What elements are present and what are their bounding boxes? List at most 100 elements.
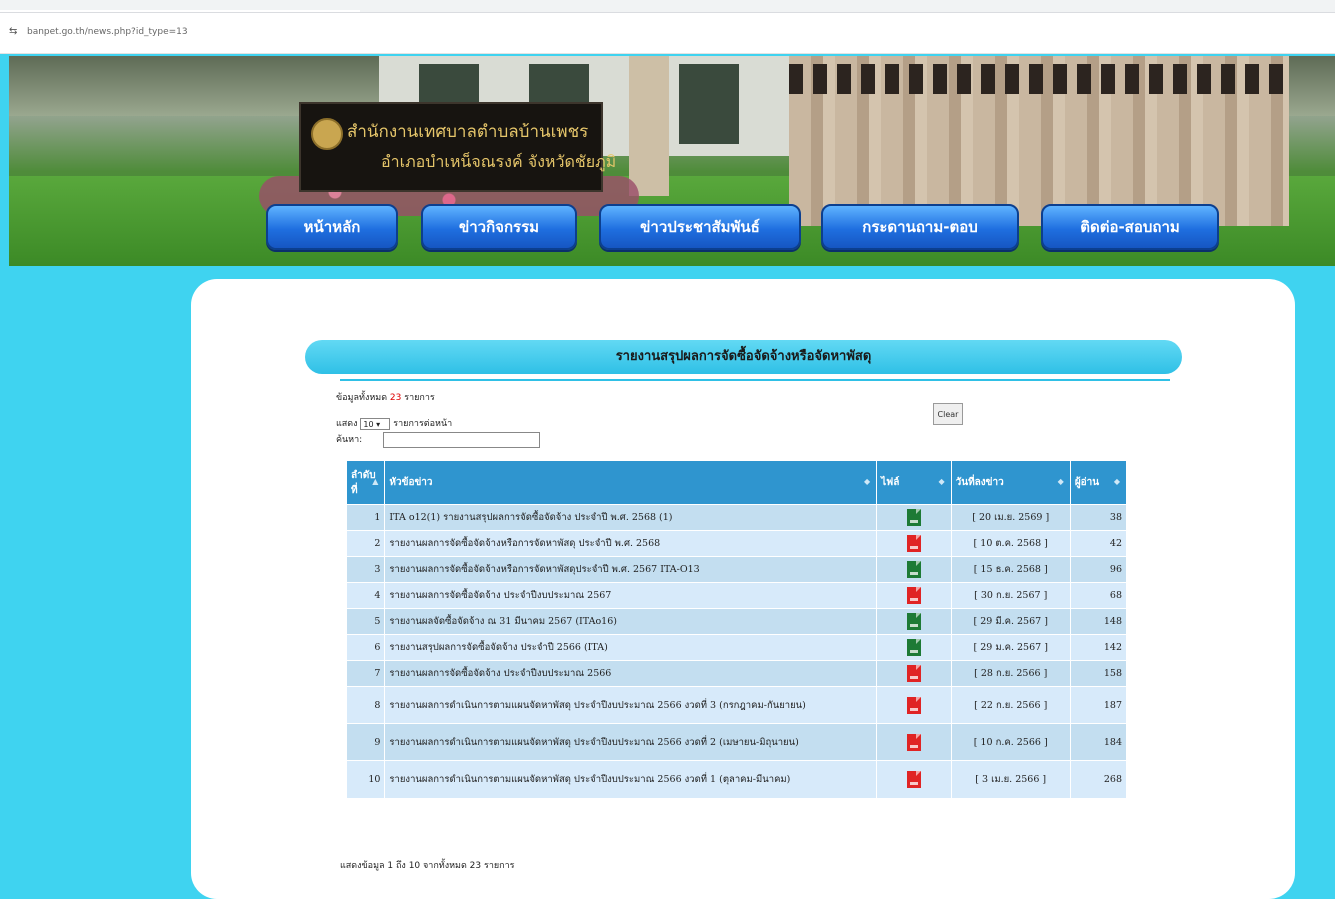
section-title-bar: รายงานสรุปผลการจัดซื้อจัดจ้างหรือจัดหาพั…: [305, 340, 1182, 374]
total-records: ข้อมูลทั้งหมด 23 รายการ: [336, 393, 435, 403]
row-file[interactable]: [876, 556, 952, 583]
row-views: 148: [1070, 608, 1128, 635]
row-file[interactable]: [876, 760, 952, 798]
url-text[interactable]: banpet.go.th/news.php?id_type=13: [27, 27, 188, 37]
header-banner: สำนักงานเทศบาลตำบลบ้านเพชร อำเภอบำเหน็จณ…: [9, 56, 1335, 266]
row-title-link[interactable]: รายงานผลจัดซื้อจัดจ้าง ณ 31 มีนาคม 2567 …: [384, 608, 878, 635]
row-title-link[interactable]: รายงานผลการดำเนินการตามแผนจัดหาพัสดุ ประ…: [384, 723, 878, 761]
sort-icon: ◆: [938, 476, 945, 486]
search-input[interactable]: [383, 432, 540, 448]
row-title-link[interactable]: รายงานผลการดำเนินการตามแผนจัดหาพัสดุ ประ…: [384, 686, 878, 724]
sort-icon: ◆: [1113, 476, 1120, 486]
table-row: 5 รายงานผลจัดซื้อจัดจ้าง ณ 31 มีนาคม 2567…: [347, 608, 1128, 635]
row-file[interactable]: [876, 608, 952, 635]
staff-group-photo: [789, 56, 1289, 226]
pdf-file-icon[interactable]: [906, 696, 921, 714]
table-row: 9 รายงานผลการดำเนินการตามแผนจัดหาพัสดุ ปร…: [347, 723, 1128, 761]
table-row: 10 รายงานผลการดำเนินการตามแผนจัดหาพัสดุ ป…: [347, 760, 1128, 798]
col-header-file[interactable]: ไฟล์ ◆: [876, 461, 952, 505]
row-date: [ 10 ก.ค. 2566 ]: [951, 723, 1071, 761]
row-title-link[interactable]: รายงานผลการจัดซื้อจัดจ้าง ประจำปีงบประมา…: [384, 660, 878, 687]
table-row: 2 รายงานผลการจัดซื้อจัดจ้างหรือการจัดหาพั…: [347, 530, 1128, 557]
address-bar[interactable]: [0, 13, 1335, 54]
pdf-file-icon[interactable]: [906, 665, 921, 682]
row-number: 7: [347, 660, 386, 687]
row-views: 187: [1070, 686, 1128, 724]
row-number: 5: [347, 608, 386, 635]
sort-icon: ◆: [1057, 476, 1064, 486]
pdf-file-icon[interactable]: [906, 733, 921, 751]
site-info-icon[interactable]: ⇆: [9, 26, 17, 37]
row-title-link[interactable]: รายงานผลการจัดซื้อจัดจ้างหรือการจัดหาพัส…: [384, 556, 878, 583]
page-size-control: แสดง 10 ▾ รายการต่อหน้า: [336, 417, 453, 430]
row-views: 96: [1070, 556, 1128, 583]
row-number: 8: [347, 686, 386, 724]
row-title-link[interactable]: รายงานผลการดำเนินการตามแผนจัดหาพัสดุ ประ…: [384, 760, 878, 798]
clear-button[interactable]: Clear: [933, 403, 963, 425]
row-views: 158: [1070, 660, 1128, 687]
sign-line-1: สำนักงานเทศบาลตำบลบ้านเพชร: [347, 122, 589, 142]
row-file[interactable]: [876, 723, 952, 761]
table-row: 6 รายงานสรุปผลการจัดซื้อจัดจ้าง ประจำปี 2…: [347, 634, 1128, 661]
nav-activities-button[interactable]: ข่าวกิจกรรม: [421, 204, 577, 250]
table-row: 4 รายงานผลการจัดซื้อจัดจ้าง ประจำปีงบประม…: [347, 582, 1128, 609]
pdf-file-icon[interactable]: [906, 535, 921, 552]
sign-line-2: อำเภอบำเหน็จณรงค์ จังหวัดชัยภูมิ: [381, 152, 617, 171]
nav-qa-board-button[interactable]: กระดานถาม-ตอบ: [821, 204, 1019, 250]
row-title-link[interactable]: รายงานผลการจัดซื้อจัดจ้างหรือการจัดหาพัส…: [384, 530, 878, 557]
nav-home-button[interactable]: หน้าหลัก: [266, 204, 398, 250]
nav-announcements-button[interactable]: ข่าวประชาสัมพันธ์: [599, 204, 801, 250]
col-header-title[interactable]: หัวข้อข่าว ◆: [384, 461, 878, 505]
row-number: 9: [347, 723, 386, 761]
row-date: [ 10 ต.ค. 2568 ]: [951, 530, 1071, 557]
sort-icon: ▲: [372, 476, 379, 486]
sort-icon: ◆: [863, 476, 871, 486]
col-header-date[interactable]: วันที่ลงข่าว ◆: [951, 461, 1071, 505]
row-file[interactable]: [876, 634, 952, 661]
row-views: 42: [1070, 530, 1128, 557]
office-sign: สำนักงานเทศบาลตำบลบ้านเพชร อำเภอบำเหน็จณ…: [299, 102, 616, 192]
row-number: 2: [347, 530, 386, 557]
row-views: 68: [1070, 582, 1128, 609]
row-title-link[interactable]: รายงานผลการจัดซื้อจัดจ้าง ประจำปีงบประมา…: [384, 582, 878, 609]
row-date: [ 29 มี.ค. 2567 ]: [951, 608, 1071, 635]
table-row: 1 ITA o12(1) รายงานสรุปผลการจัดซื้อจัดจ้า…: [347, 504, 1128, 531]
table-row: 7 รายงานผลการจัดซื้อจัดจ้าง ประจำปีงบประม…: [347, 660, 1128, 687]
row-number: 3: [347, 556, 386, 583]
row-number: 10: [347, 760, 386, 798]
emblem-icon: [311, 118, 343, 150]
row-views: 268: [1070, 760, 1128, 798]
row-views: 184: [1070, 723, 1128, 761]
row-date: [ 30 ก.ย. 2567 ]: [951, 582, 1071, 609]
row-views: 38: [1070, 504, 1128, 531]
row-title-link[interactable]: ITA o12(1) รายงานสรุปผลการจัดซื้อจัดจ้าง…: [384, 504, 878, 531]
col-header-views[interactable]: ผู้อ่าน ◆: [1070, 461, 1128, 505]
col-header-no[interactable]: ลำดับที่ ▲: [347, 461, 386, 505]
row-file[interactable]: [876, 660, 952, 687]
row-file[interactable]: [876, 530, 952, 557]
pdf-file-icon[interactable]: [906, 587, 921, 604]
active-tab[interactable]: [0, 10, 360, 12]
excel-file-icon[interactable]: [906, 561, 921, 578]
excel-file-icon[interactable]: [906, 509, 921, 526]
excel-file-icon[interactable]: [906, 639, 921, 656]
row-date: [ 29 ม.ค. 2567 ]: [951, 634, 1071, 661]
row-title-link[interactable]: รายงานสรุปผลการจัดซื้อจัดจ้าง ประจำปี 25…: [384, 634, 878, 661]
pdf-file-icon[interactable]: [906, 770, 921, 788]
row-file[interactable]: [876, 686, 952, 724]
page-title: รายงานสรุปผลการจัดซื้อจัดจ้างหรือจัดหาพั…: [615, 349, 872, 364]
table-row: 3 รายงานผลการจัดซื้อจัดจ้างหรือการจัดหาพั…: [347, 556, 1128, 583]
row-number: 4: [347, 582, 386, 609]
row-number: 6: [347, 634, 386, 661]
news-table: ลำดับที่ ▲ หัวข้อข่าว ◆ ไฟล์ ◆ วันที่ลงข่าว…: [347, 461, 1128, 798]
row-file[interactable]: [876, 582, 952, 609]
row-date: [ 3 เม.ย. 2566 ]: [951, 760, 1071, 798]
excel-file-icon[interactable]: [906, 613, 921, 630]
page-size-select[interactable]: 10 ▾: [360, 417, 391, 430]
row-date: [ 28 ก.ย. 2566 ]: [951, 660, 1071, 687]
total-count: 23: [389, 393, 402, 403]
row-date: [ 22 ก.ย. 2566 ]: [951, 686, 1071, 724]
search-label: ค้นหา:: [336, 435, 363, 445]
row-file[interactable]: [876, 504, 952, 531]
nav-contact-button[interactable]: ติดต่อ-สอบถาม: [1041, 204, 1219, 250]
